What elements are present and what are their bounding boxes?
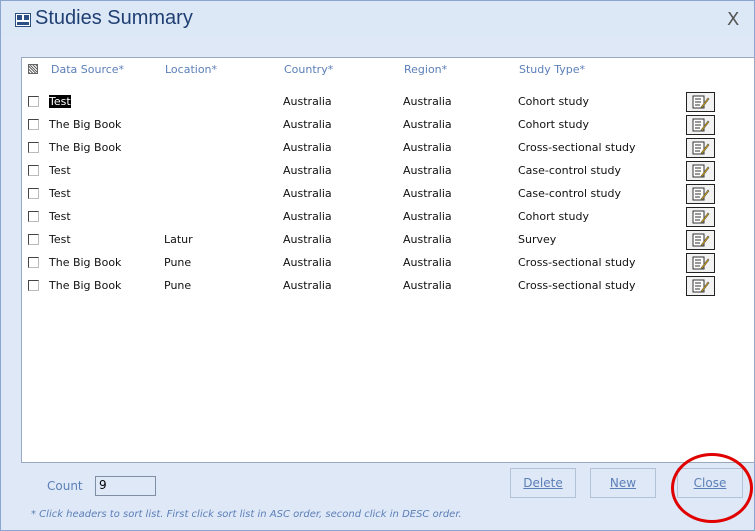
cell-region: Australia (403, 233, 452, 246)
cell-study-type: Survey (518, 233, 557, 246)
table-row[interactable]: The Big Book Pune Australia Australia Cross-… (22, 251, 755, 274)
cell-study-type: Case-control study (518, 164, 622, 177)
table-row[interactable]: Test Australia Australia Cohort study (22, 205, 755, 228)
close-button[interactable]: Close (677, 468, 743, 498)
window-title: Studies Summary (35, 7, 193, 29)
studies-list: Data Source* Location* Country* Region* … (21, 57, 755, 463)
edit-record-button[interactable] (686, 115, 715, 135)
title-bar: Studies Summary X (1, 1, 754, 37)
cell-region: Australia (403, 95, 452, 108)
cell-country: Australia (283, 210, 332, 223)
database-app-icon (15, 13, 31, 27)
row-checkbox[interactable] (28, 257, 39, 268)
cell-country: Australia (283, 279, 332, 292)
edit-record-button[interactable] (686, 161, 715, 181)
edit-record-icon (692, 210, 709, 224)
cell-country: Australia (283, 256, 332, 269)
cell-country: Australia (283, 118, 332, 131)
edit-record-button[interactable] (686, 184, 715, 204)
cell-study-type: Cross-sectional study (518, 279, 636, 292)
cell-data-source: The Big Book (49, 118, 122, 131)
delete-button[interactable]: Delete (510, 468, 576, 498)
edit-record-icon (692, 95, 709, 109)
cell-study-type: Case-control study (518, 187, 622, 200)
header-region[interactable]: Region* (404, 63, 447, 76)
row-checkbox[interactable] (28, 211, 39, 222)
cell-location: Latur (164, 233, 193, 246)
row-checkbox[interactable] (28, 234, 39, 245)
row-checkbox[interactable] (28, 165, 39, 176)
edit-record-button[interactable] (686, 276, 715, 296)
row-checkbox[interactable] (28, 119, 39, 130)
edit-record-icon (692, 141, 709, 155)
cell-region: Australia (403, 279, 452, 292)
cell-location: Pune (164, 256, 192, 269)
table-row[interactable]: Test Australia Australia Case-control study (22, 159, 755, 182)
edit-record-icon (692, 233, 709, 247)
cell-study-type: Cross-sectional study (518, 141, 636, 154)
cell-region: Australia (403, 210, 452, 223)
row-checkbox[interactable] (28, 142, 39, 153)
close-icon[interactable]: X (727, 9, 739, 30)
cell-data-source: Test (49, 210, 71, 223)
cell-data-source: Test (49, 187, 71, 200)
cell-country: Australia (283, 233, 332, 246)
edit-record-icon (692, 118, 709, 132)
cell-data-source: Test (49, 233, 71, 246)
cell-data-source: The Big Book (49, 279, 122, 292)
cell-country: Australia (283, 187, 332, 200)
count-field: 9 (95, 476, 156, 496)
cell-country: Australia (283, 164, 332, 177)
count-label: Count (47, 479, 83, 493)
edit-record-button[interactable] (686, 207, 715, 227)
cell-data-source: Test (49, 164, 71, 177)
table-row[interactable]: Test Australia Australia Cohort study (22, 90, 755, 113)
table-row[interactable]: The Big Book Pune Australia Australia Cross-… (22, 274, 755, 297)
cell-data-source: Test (49, 95, 71, 108)
edit-record-button[interactable] (686, 138, 715, 158)
header-study-type[interactable]: Study Type* (519, 63, 585, 76)
header-data-source[interactable]: Data Source* (51, 63, 124, 76)
cell-region: Australia (403, 256, 452, 269)
cell-study-type: Cohort study (518, 210, 589, 223)
edit-record-icon (692, 187, 709, 201)
edit-record-button[interactable] (686, 230, 715, 250)
edit-record-icon (692, 256, 709, 270)
table-row[interactable]: The Big Book Australia Australia Cross-sect… (22, 136, 755, 159)
cell-region: Australia (403, 164, 452, 177)
cell-country: Australia (283, 95, 332, 108)
edit-record-icon (692, 279, 709, 293)
cell-study-type: Cohort study (518, 118, 589, 131)
cell-study-type: Cross-sectional study (518, 256, 636, 269)
new-button[interactable]: New (590, 468, 656, 498)
edit-record-icon (692, 164, 709, 178)
row-checkbox[interactable] (28, 96, 39, 107)
cell-study-type: Cohort study (518, 95, 589, 108)
cell-region: Australia (403, 187, 452, 200)
header-location[interactable]: Location* (165, 63, 217, 76)
cell-region: Australia (403, 118, 452, 131)
edit-record-button[interactable] (686, 253, 715, 273)
cell-data-source: The Big Book (49, 256, 122, 269)
edit-record-button[interactable] (686, 92, 715, 112)
table-row[interactable]: Test Australia Australia Case-control study (22, 182, 755, 205)
sort-hint-note: * Click headers to sort list. First clic… (31, 509, 462, 520)
table-row[interactable]: The Big Book Australia Australia Cohort stu… (22, 113, 755, 136)
select-all-checkbox[interactable] (28, 64, 38, 74)
cell-country: Australia (283, 141, 332, 154)
table-row[interactable]: Test Latur Australia Australia Survey (22, 228, 755, 251)
studies-summary-window: Studies Summary X Data Source* Location*… (0, 0, 755, 531)
cell-data-source: The Big Book (49, 141, 122, 154)
cell-region: Australia (403, 141, 452, 154)
cell-location: Pune (164, 279, 192, 292)
row-checkbox[interactable] (28, 280, 39, 291)
header-country[interactable]: Country* (284, 63, 333, 76)
row-checkbox[interactable] (28, 188, 39, 199)
